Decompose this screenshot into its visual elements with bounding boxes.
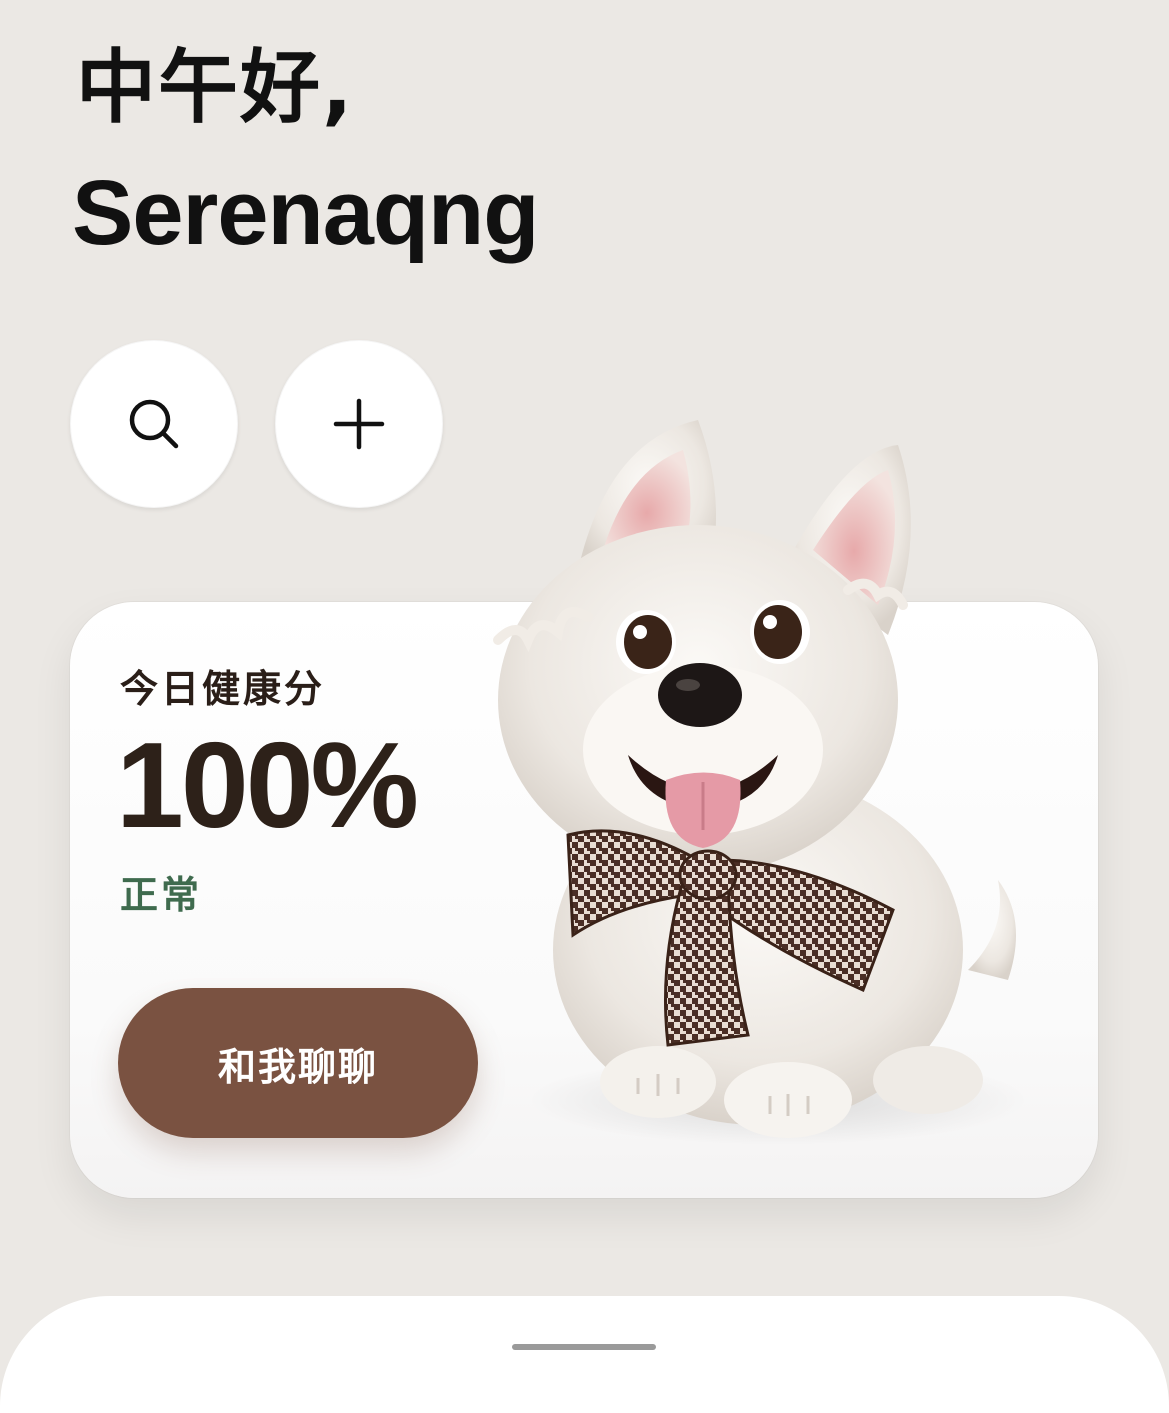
- greeting-text: 中午好,: [76, 41, 355, 134]
- search-icon: [129, 399, 179, 449]
- plus-icon: [333, 398, 385, 450]
- search-button[interactable]: [70, 340, 238, 508]
- add-button[interactable]: [275, 340, 443, 508]
- username-text: Serenaqng: [72, 162, 539, 264]
- health-score-label: 今日健康分: [120, 667, 326, 711]
- health-score-value: 100%: [116, 717, 419, 853]
- sheet-drag-handle[interactable]: [512, 1344, 656, 1350]
- health-status: 正常: [120, 873, 203, 917]
- home-screen: 中午好, Serenaqng 今日健康分 100% 正常 和我聊聊: [0, 0, 1169, 1413]
- bottom-sheet[interactable]: [0, 1296, 1169, 1413]
- chat-button[interactable]: 和我聊聊: [118, 988, 478, 1138]
- puppy-mascot-image: [493, 420, 1028, 1145]
